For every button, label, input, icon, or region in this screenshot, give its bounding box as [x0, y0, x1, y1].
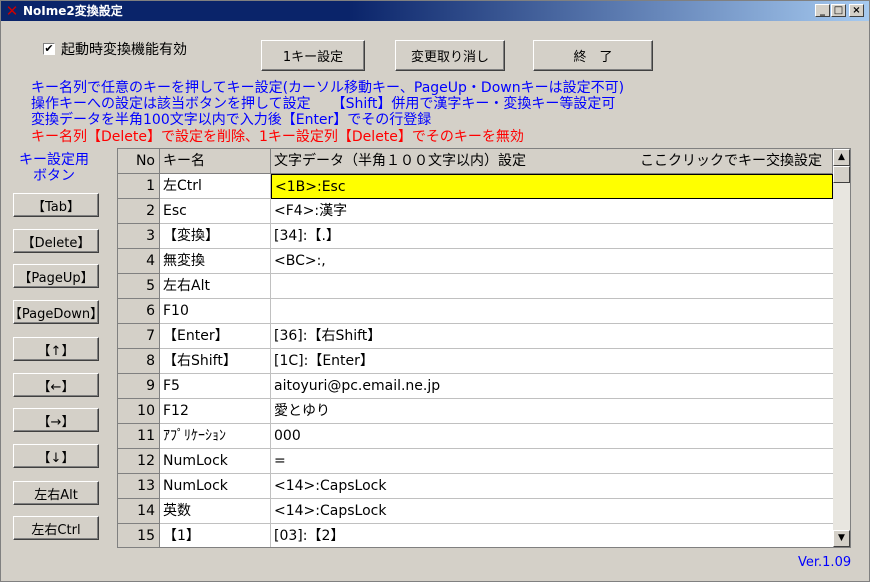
close-button[interactable]: ×	[849, 4, 864, 17]
exit-button[interactable]: 終 了	[533, 40, 653, 71]
table-row[interactable]: 9 F5 aitoyuri@pc.email.ne.jp	[118, 374, 833, 399]
key-name-cell[interactable]: ｱﾌﾟﾘｹｰｼｮﾝ	[160, 424, 271, 449]
char-data-cell[interactable]: 000	[271, 424, 833, 449]
row-number-cell: 15	[118, 524, 160, 547]
char-data-cell[interactable]: 愛とゆり	[271, 399, 833, 424]
key-name-cell[interactable]: NumLock	[160, 474, 271, 499]
key-name-cell[interactable]: 無変換	[160, 249, 271, 274]
right-arrow-key-button[interactable]: 【→】	[13, 408, 99, 432]
row-number-cell: 2	[118, 199, 160, 224]
grid-header-row: No キー名 文字データ（半角１００文字以内）設定 ここクリックでキー交換設定	[118, 149, 833, 174]
key-setting-buttons-label: キー設定用 ボタン	[19, 152, 89, 184]
char-data-cell[interactable]: <14>:CapsLock	[271, 499, 833, 524]
x-app-icon[interactable]: ✕	[4, 3, 20, 19]
noime2-settings-window: ✕ NoIme2変換設定 _ □ × ✔ 起動時変換機能有効 1キー設定 変更取…	[0, 0, 870, 582]
scroll-down-arrow-icon[interactable]: ▼	[833, 530, 850, 547]
row-number-cell: 5	[118, 274, 160, 299]
key-settings-grid: No キー名 文字データ（半角１００文字以内）設定 ここクリックでキー交換設定 …	[117, 148, 851, 548]
delete-key-button[interactable]: 【Delete】	[13, 229, 99, 253]
left-arrow-key-button[interactable]: 【←】	[13, 373, 99, 397]
key-name-cell[interactable]: 左Ctrl	[160, 174, 271, 199]
scroll-thumb[interactable]	[833, 166, 850, 183]
row-number-cell: 3	[118, 224, 160, 249]
row-number-cell: 8	[118, 349, 160, 374]
table-row[interactable]: 14 英数 <14>:CapsLock	[118, 499, 833, 524]
window-title: NoIme2変換設定	[23, 4, 123, 18]
char-data-cell[interactable]	[271, 299, 833, 324]
char-data-cell[interactable]: <F4>:漢字	[271, 199, 833, 224]
table-row[interactable]: 5 左右Alt	[118, 274, 833, 299]
instruction-line-2: 操作キーへの設定は該当ボタンを押して設定 【Shift】併用で漢字キー・変換キー…	[31, 96, 616, 112]
scroll-up-arrow-icon[interactable]: ▲	[833, 149, 850, 166]
row-number-cell: 12	[118, 449, 160, 474]
row-number-cell: 9	[118, 374, 160, 399]
key-name-cell[interactable]: 英数	[160, 499, 271, 524]
table-row[interactable]: 4 無変換 <BC>:,	[118, 249, 833, 274]
key-name-cell[interactable]: F10	[160, 299, 271, 324]
maximize-button[interactable]: □	[831, 4, 846, 17]
key-name-cell[interactable]: 左右Alt	[160, 274, 271, 299]
char-data-cell[interactable]: =	[271, 449, 833, 474]
table-row[interactable]: 11 ｱﾌﾟﾘｹｰｼｮﾝ 000	[118, 424, 833, 449]
startup-enable-option[interactable]: ✔ 起動時変換機能有効	[43, 39, 187, 59]
header-key-swap-setting[interactable]: ここクリックでキー交換設定	[615, 149, 833, 174]
undo-changes-button[interactable]: 変更取り消し	[395, 40, 505, 71]
table-row[interactable]: 13 NumLock <14>:CapsLock	[118, 474, 833, 499]
key-name-cell[interactable]: Esc	[160, 199, 271, 224]
header-char-data: 文字データ（半角１００文字以内）設定	[271, 149, 615, 174]
one-key-setting-button[interactable]: 1キー設定	[261, 40, 365, 71]
startup-enable-label: 起動時変換機能有効	[61, 42, 187, 58]
down-arrow-key-button[interactable]: 【↓】	[13, 444, 99, 468]
version-label: Ver.1.09	[798, 555, 852, 570]
row-number-cell: 1	[118, 174, 160, 199]
warning-line: キー名列【Delete】で設定を削除、1キー設定列【Delete】でそのキーを無…	[31, 129, 524, 145]
row-number-cell: 7	[118, 324, 160, 349]
key-name-cell[interactable]: 【Enter】	[160, 324, 271, 349]
table-row[interactable]: 3 【変換】 [34]:【.】	[118, 224, 833, 249]
char-data-cell[interactable]	[271, 274, 833, 299]
minimize-button[interactable]: _	[815, 4, 830, 17]
row-number-cell: 4	[118, 249, 160, 274]
key-name-cell[interactable]: NumLock	[160, 449, 271, 474]
table-row[interactable]: 1 左Ctrl <1B>:Esc	[118, 174, 833, 199]
key-name-cell[interactable]: F12	[160, 399, 271, 424]
pagedown-key-button[interactable]: 【PageDown】	[9, 300, 103, 324]
table-row[interactable]: 2 Esc <F4>:漢字	[118, 199, 833, 224]
key-name-cell[interactable]: 【右Shift】	[160, 349, 271, 374]
key-name-cell[interactable]: 【変換】	[160, 224, 271, 249]
char-data-cell[interactable]: [03]:【2】	[271, 524, 833, 547]
table-row[interactable]: 8 【右Shift】 [1C]:【Enter】	[118, 349, 833, 374]
up-arrow-key-button[interactable]: 【↑】	[13, 337, 99, 361]
key-name-cell[interactable]: F5	[160, 374, 271, 399]
table-row[interactable]: 7 【Enter】 [36]:【右Shift】	[118, 324, 833, 349]
char-data-cell[interactable]: <1B>:Esc	[271, 174, 833, 199]
char-data-cell[interactable]: [34]:【.】	[271, 224, 833, 249]
pageup-key-button[interactable]: 【PageUp】	[13, 264, 99, 288]
char-data-cell[interactable]: aitoyuri@pc.email.ne.jp	[271, 374, 833, 399]
row-number-cell: 13	[118, 474, 160, 499]
left-right-alt-button[interactable]: 左右Alt	[13, 481, 99, 505]
header-no: No	[118, 149, 160, 174]
char-data-cell[interactable]: <14>:CapsLock	[271, 474, 833, 499]
key-name-cell[interactable]: 【1】	[160, 524, 271, 547]
row-number-cell: 10	[118, 399, 160, 424]
table-row[interactable]: 12 NumLock =	[118, 449, 833, 474]
char-data-cell[interactable]: <BC>:,	[271, 249, 833, 274]
table-row[interactable]: 6 F10	[118, 299, 833, 324]
startup-enable-checkbox[interactable]: ✔	[43, 43, 55, 55]
table-row[interactable]: 15 【1】 [03]:【2】	[118, 524, 833, 547]
tab-key-button[interactable]: 【Tab】	[13, 193, 99, 217]
left-right-ctrl-button[interactable]: 左右Ctrl	[13, 516, 99, 540]
char-data-cell[interactable]: [36]:【右Shift】	[271, 324, 833, 349]
char-data-cell[interactable]: [1C]:【Enter】	[271, 349, 833, 374]
instruction-line-3: 変換データを半角100文字以内で入力後【Enter】でその行登録	[31, 112, 432, 128]
table-row[interactable]: 10 F12 愛とゆり	[118, 399, 833, 424]
grid-vertical-scrollbar[interactable]: ▲ ▼	[833, 149, 850, 547]
header-key-name[interactable]: キー名	[160, 149, 271, 174]
row-number-cell: 6	[118, 299, 160, 324]
titlebar[interactable]: ✕ NoIme2変換設定 _ □ ×	[1, 1, 869, 21]
row-number-cell: 14	[118, 499, 160, 524]
instruction-line-1: キー名列で任意のキーを押してキー設定(カーソル移動キー、PageUp・Downキ…	[31, 80, 625, 96]
row-number-cell: 11	[118, 424, 160, 449]
